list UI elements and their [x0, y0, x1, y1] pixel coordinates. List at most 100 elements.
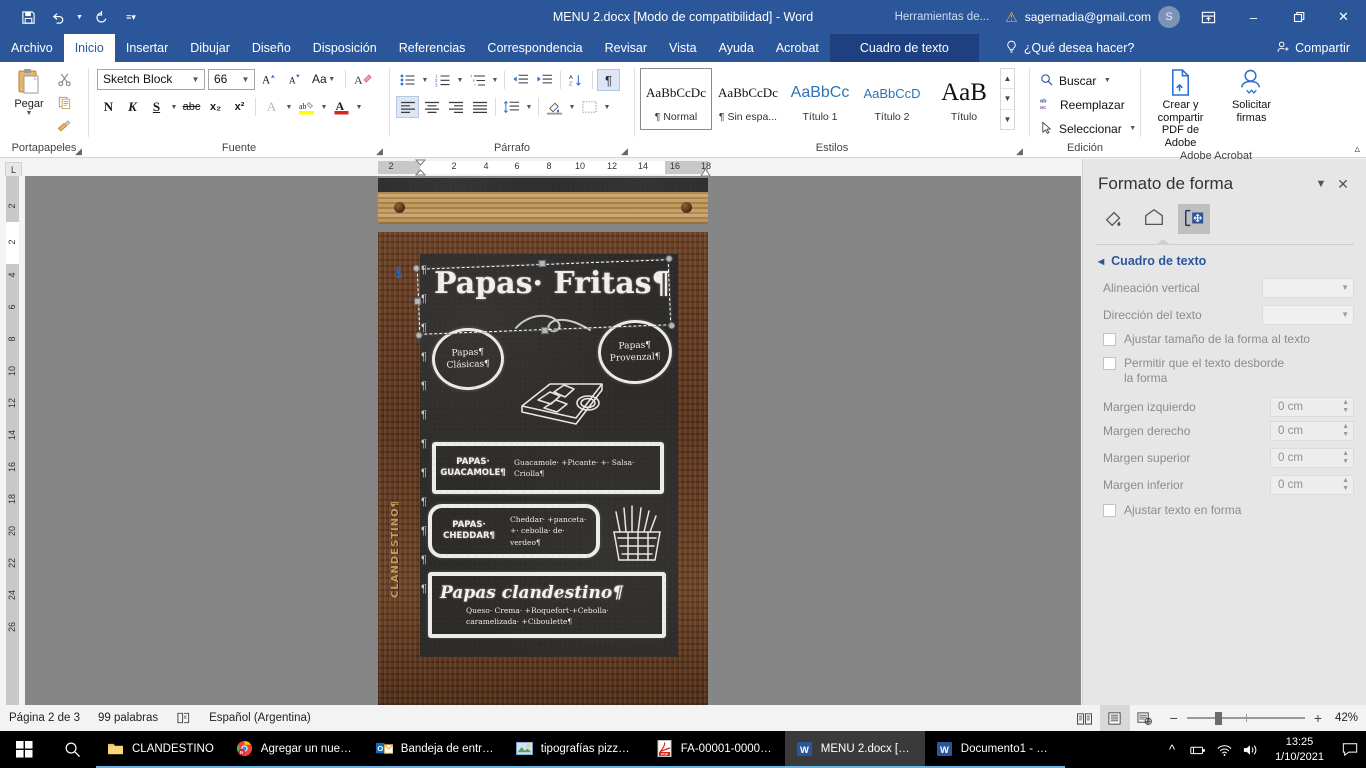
battery-icon[interactable]: [1185, 731, 1211, 768]
margin-bottom-spinner[interactable]: 0 cm ▲ ▼: [1270, 475, 1354, 496]
font-color-icon[interactable]: A: [330, 96, 353, 118]
align-left-icon[interactable]: [396, 96, 419, 118]
margin-top-spinner[interactable]: 0 cm ▲ ▼: [1270, 448, 1354, 469]
chevron-down-icon[interactable]: ▼: [1310, 173, 1332, 195]
document-canvas[interactable]: Papas· Fritas¶ Papas¶ Clásicas¶ Papas¶ P…: [25, 176, 1081, 705]
styles-more-icon[interactable]: ▼: [1001, 110, 1014, 129]
tab-revisar[interactable]: Revisar: [594, 34, 658, 62]
resize-handle-top-center[interactable]: [538, 259, 546, 268]
select-button[interactable]: Seleccionar ▼: [1036, 118, 1142, 139]
read-mode-icon[interactable]: [1070, 705, 1100, 731]
checkbox-box[interactable]: [1103, 333, 1116, 346]
action-center-icon[interactable]: [1334, 731, 1366, 768]
close-icon[interactable]: ✕: [1332, 173, 1354, 195]
highlight-dropdown-icon[interactable]: ▼: [319, 104, 329, 111]
cut-scissors-icon[interactable]: [53, 69, 75, 89]
tab-referencias[interactable]: Referencias: [388, 34, 477, 62]
spinner-arrows[interactable]: ▲ ▼: [1342, 423, 1349, 439]
zoom-in-button[interactable]: +: [1314, 711, 1322, 725]
italic-button[interactable]: K: [121, 96, 144, 118]
shrink-font-icon[interactable]: A: [284, 68, 307, 90]
zoom-thumb[interactable]: [1214, 712, 1222, 725]
close-button[interactable]: ✕: [1321, 0, 1366, 34]
shading-icon[interactable]: [543, 96, 566, 118]
justify-icon[interactable]: [468, 96, 491, 118]
text-direction-combo[interactable]: ▼: [1262, 304, 1354, 325]
shading-dropdown-icon[interactable]: ▼: [567, 104, 577, 111]
selected-textbox-wrapper[interactable]: [412, 255, 676, 339]
checkbox-permitir-desborde[interactable]: Permitir que el texto desborde la forma: [1083, 352, 1366, 391]
wifi-icon[interactable]: [1211, 731, 1237, 768]
taskbar-item-outlook[interactable]: O Bandeja de entra...: [364, 731, 505, 768]
checkbox-ajustar-texto-en-forma[interactable]: Ajustar texto en forma: [1083, 499, 1366, 523]
document-page-current[interactable]: Papas· Fritas¶ Papas¶ Clásicas¶ Papas¶ P…: [378, 232, 708, 705]
taskbar-item-chrome[interactable]: N Agregar un nuev...: [224, 731, 365, 768]
grow-font-icon[interactable]: A: [258, 68, 281, 90]
increase-indent-icon[interactable]: [533, 69, 556, 91]
line-spacing-icon[interactable]: [500, 96, 523, 118]
superscript-button[interactable]: x²: [228, 96, 251, 118]
zoom-slider[interactable]: [1186, 710, 1305, 726]
spinner-arrows[interactable]: ▲ ▼: [1342, 399, 1349, 415]
zoom-level-label[interactable]: 42%: [1332, 712, 1366, 724]
styles-gallery-scroll[interactable]: ▲ ▼ ▼: [1000, 68, 1015, 130]
font-size-combo[interactable]: 66 ▼: [208, 68, 255, 90]
pane-tab-effects[interactable]: [1138, 204, 1170, 234]
search-icon[interactable]: [48, 731, 96, 768]
style-sin-espaciado[interactable]: AaBbCcDc ¶ Sin espa...: [712, 68, 784, 130]
align-right-icon[interactable]: [444, 96, 467, 118]
redo-icon[interactable]: [87, 4, 115, 30]
taskbar-item-clandestino[interactable]: CLANDESTINO: [96, 731, 225, 768]
scroll-up-icon[interactable]: ▲: [1001, 69, 1014, 90]
web-layout-icon[interactable]: [1130, 705, 1160, 731]
text-effects-dropdown-icon[interactable]: ▼: [284, 104, 294, 111]
ribbon-display-options-icon[interactable]: [1186, 0, 1231, 34]
share-button[interactable]: Compartir: [1268, 34, 1358, 62]
undo-dropdown-icon[interactable]: ▼: [74, 4, 85, 30]
left-indent-markers[interactable]: [414, 159, 427, 176]
pane-tab-layout-properties[interactable]: [1178, 204, 1210, 234]
align-center-icon[interactable]: [420, 96, 443, 118]
bullets-dropdown-icon[interactable]: ▼: [420, 77, 430, 84]
customize-qat-icon[interactable]: ≡▾: [117, 4, 145, 30]
taskbar-item-pdf[interactable]: PDF FA-00001-000005...: [644, 731, 785, 768]
margin-right-spinner[interactable]: 0 cm ▲ ▼: [1270, 421, 1354, 442]
tab-dibujar[interactable]: Dibujar: [179, 34, 241, 62]
tell-me-search[interactable]: ¿Qué desea hacer?: [993, 34, 1147, 62]
minimize-button[interactable]: –: [1231, 0, 1276, 34]
style-titulo-2[interactable]: AaBbCcD Título 2: [856, 68, 928, 130]
spinner-arrows[interactable]: ▲ ▼: [1342, 450, 1349, 466]
multilevel-dropdown-icon[interactable]: ▼: [490, 77, 500, 84]
chevron-down-icon[interactable]: ▼: [1128, 125, 1138, 132]
tab-insertar[interactable]: Insertar: [115, 34, 179, 62]
font-dialog-launcher[interactable]: ◢: [374, 146, 385, 157]
decrease-indent-icon[interactable]: [509, 69, 532, 91]
request-signatures-button[interactable]: Solicitar firmas: [1217, 66, 1286, 124]
spin-down-icon[interactable]: ▼: [1342, 458, 1349, 466]
proofing-errors-icon[interactable]: x: [167, 705, 200, 731]
paste-dropdown-icon[interactable]: ▼: [26, 110, 33, 117]
show-hidden-icons-chevron[interactable]: ^: [1159, 731, 1185, 768]
tab-archivo[interactable]: Archivo: [0, 34, 64, 62]
vertical-ruler[interactable]: 2 2 4 6 8 10 12 14 16 18 20 22 24 26: [0, 176, 25, 705]
borders-dropdown-icon[interactable]: ▼: [602, 104, 612, 111]
borders-icon[interactable]: [578, 96, 601, 118]
volume-icon[interactable]: [1237, 731, 1263, 768]
font-color-dropdown-icon[interactable]: ▼: [354, 104, 364, 111]
text-effects-icon[interactable]: A: [260, 96, 283, 118]
line-spacing-dropdown-icon[interactable]: ▼: [524, 104, 534, 111]
horizontal-ruler[interactable]: 2 2 4 6 8 10 12 14 16 18: [25, 159, 1081, 176]
checkbox-box[interactable]: [1103, 356, 1116, 370]
paragraph-dialog-launcher[interactable]: ◢: [619, 146, 630, 157]
spin-up-icon[interactable]: ▲: [1342, 450, 1349, 458]
style-titulo[interactable]: AaB Título: [928, 68, 1000, 130]
spin-up-icon[interactable]: ▲: [1342, 399, 1349, 407]
spin-down-icon[interactable]: ▼: [1342, 407, 1349, 415]
right-indent-marker[interactable]: [699, 168, 712, 176]
tab-stop-selector[interactable]: L: [5, 162, 22, 177]
taskbar-item-documento1[interactable]: W Documento1 - W...: [924, 731, 1065, 768]
clear-formatting-icon[interactable]: A: [352, 68, 375, 90]
spin-down-icon[interactable]: ▼: [1342, 431, 1349, 439]
scroll-down-icon[interactable]: ▼: [1001, 89, 1014, 110]
subscript-button[interactable]: x₂: [204, 96, 227, 118]
